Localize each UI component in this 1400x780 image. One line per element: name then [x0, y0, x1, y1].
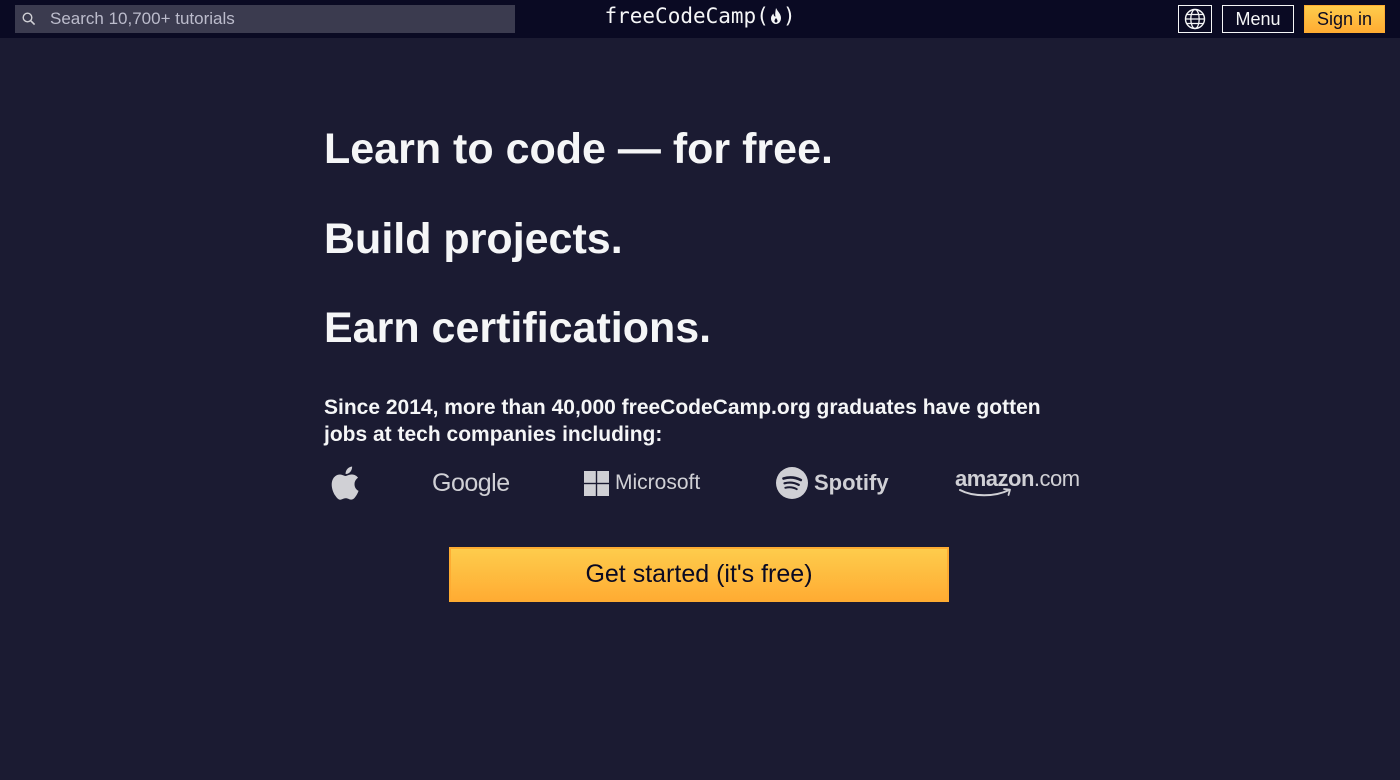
microsoft-logo: Microsoft: [584, 462, 700, 504]
headline-earn: Earn certifications.: [324, 304, 712, 352]
get-started-button[interactable]: Get started (it's free): [449, 547, 949, 602]
sign-in-button[interactable]: Sign in: [1304, 5, 1385, 33]
windows-logo-icon: [584, 470, 609, 496]
amazon-logo-text: amazon.com: [955, 468, 1080, 490]
google-logo-text: Google: [432, 468, 510, 497]
spotify-logo: Spotify: [776, 462, 889, 504]
headline-learn: Learn to code — for free.: [324, 125, 833, 173]
language-button[interactable]: [1178, 5, 1212, 33]
spotify-logo-icon: [776, 467, 808, 499]
logo-close: ): [782, 4, 796, 28]
google-logo: Google: [432, 462, 510, 504]
spotify-logo-text: Spotify: [814, 470, 889, 495]
search-bar[interactable]: [15, 5, 515, 33]
search-input[interactable]: [50, 5, 515, 33]
globe-icon: [1184, 8, 1206, 30]
apple-logo-icon: [328, 465, 360, 501]
graduates-blurb: Since 2014, more than 40,000 freeCodeCam…: [324, 396, 1041, 446]
flame-icon: [769, 6, 783, 30]
amazon-suffix: .com: [1033, 466, 1080, 491]
top-nav: freeCodeCamp() Menu Sign in: [0, 0, 1400, 38]
amazon-logo: amazon.com: [955, 462, 1080, 504]
microsoft-logo-text: Microsoft: [615, 471, 701, 494]
apple-logo: [328, 462, 360, 504]
logo-text: freeCodeCamp(: [604, 4, 769, 28]
headline-build: Build projects.: [324, 215, 623, 263]
search-icon: [22, 12, 36, 26]
amazon-smile-icon: [959, 488, 1017, 498]
nav-actions: Menu Sign in: [1178, 5, 1385, 33]
company-logos: Google Microsoft Spotify amazon.com: [324, 462, 1084, 504]
menu-button[interactable]: Menu: [1222, 5, 1294, 33]
